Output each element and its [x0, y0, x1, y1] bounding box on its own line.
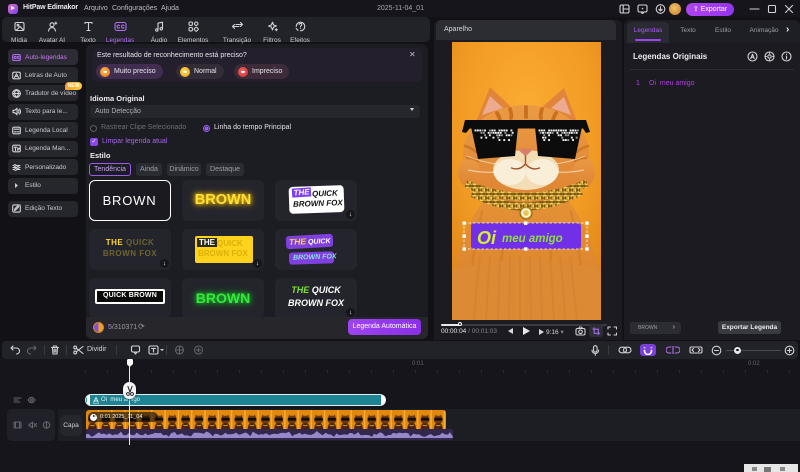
svg-text:meu amigo: meu amigo: [502, 233, 563, 245]
svg-text:Oi: Oi: [477, 228, 497, 248]
